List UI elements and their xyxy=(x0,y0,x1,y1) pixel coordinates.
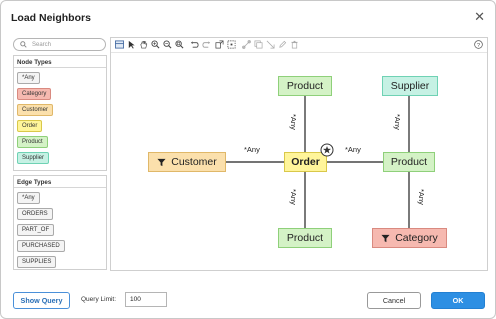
node-category-label: Category xyxy=(395,232,438,244)
node-customer[interactable]: Customer xyxy=(148,152,226,172)
load-neighbors-dialog: Load Neighbors ✕ Search Node Types *Any … xyxy=(0,0,496,319)
edge-label-product-right: *Any xyxy=(345,145,361,154)
node-category[interactable]: Category xyxy=(372,228,447,248)
edge-label-category: *Any xyxy=(417,189,426,205)
edge-label-product-bottom: *Any xyxy=(289,189,298,205)
cancel-button[interactable]: Cancel xyxy=(367,292,421,309)
node-product-bottom[interactable]: Product xyxy=(278,228,332,248)
edge-label-supplier: *Any xyxy=(393,114,402,130)
filter-icon xyxy=(157,158,166,166)
edge-label-customer: *Any xyxy=(244,145,260,154)
ok-button[interactable]: OK xyxy=(431,292,485,309)
node-customer-label: Customer xyxy=(171,156,217,168)
node-product-top[interactable]: Product xyxy=(278,76,332,96)
show-query-button[interactable]: Show Query xyxy=(13,292,70,309)
filter-icon xyxy=(381,234,390,242)
node-product-right[interactable]: Product xyxy=(383,152,435,172)
edge-label-product-top: *Any xyxy=(289,114,298,130)
star-icon xyxy=(320,143,334,157)
node-supplier[interactable]: Supplier xyxy=(382,76,438,96)
query-limit-label: Query Limit: xyxy=(81,296,117,303)
query-limit-input[interactable]: 100 xyxy=(125,292,167,307)
